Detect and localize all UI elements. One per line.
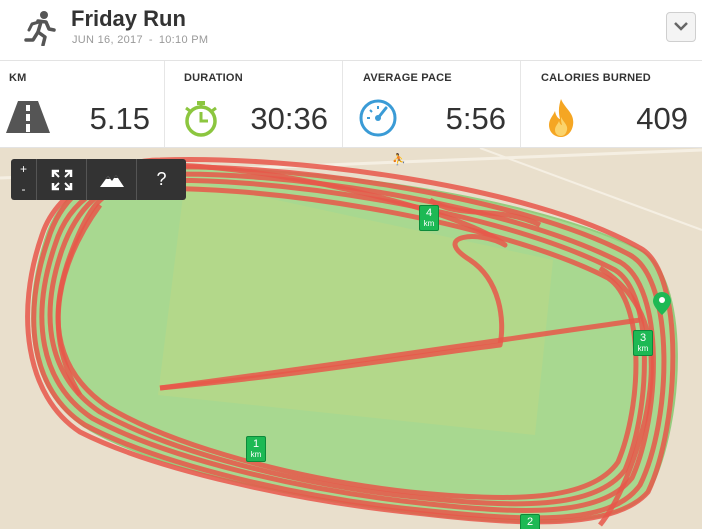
stat-label: DURATION [184,72,243,84]
stats-bar: KM 5.15 DURATION 30:36 AVERAGE PACE 5:56… [0,61,702,148]
activity-title: Friday Run [71,6,186,31]
route-map[interactable]: ⛹ 1 km 2 km 3 km 4 km + - [0,148,702,529]
stat-distance: KM 5.15 [0,61,165,147]
flame-icon [549,99,574,137]
km-marker-3[interactable]: 3 km [633,330,653,356]
help-icon: ? [156,169,167,189]
walker-icon: ⛹ [392,152,406,166]
km-marker-unit: km [637,344,649,353]
road-icon [6,101,50,133]
km-marker-number: 2 [526,516,534,528]
options-dropdown-button[interactable] [666,12,696,42]
stat-duration: DURATION 30:36 [165,61,343,147]
fullscreen-icon [51,169,72,190]
speedometer-icon [359,99,397,137]
stat-value: 5.15 [89,101,150,136]
activity-datetime: JUN 16, 2017-10:10 PM [72,34,208,46]
stopwatch-icon [185,101,217,137]
fullscreen-button[interactable] [37,159,87,200]
zoom-out-button[interactable]: - [11,179,36,199]
stat-value: 30:36 [250,101,328,136]
help-button[interactable]: ? [137,159,186,200]
km-marker-4[interactable]: 4 km [419,205,439,231]
km-marker-2[interactable]: 2 km [520,514,540,529]
stat-pace: AVERAGE PACE 5:56 [343,61,521,147]
terrain-button[interactable] [87,159,137,200]
km-marker-number: 1 [252,438,260,450]
km-marker-unit: km [250,450,262,459]
stat-label: KM [9,72,27,84]
zoom-controls: + - [11,159,37,200]
activity-date: JUN 16, 2017 [72,34,143,46]
runner-icon [24,11,56,46]
mountain-icon [99,174,124,187]
activity-time: 10:10 PM [158,34,209,46]
km-marker-unit: km [423,219,435,228]
map-controls: + - ? [11,159,186,200]
stat-label: AVERAGE PACE [363,72,452,84]
km-marker-1[interactable]: 1 km [246,436,266,462]
km-marker-number: 4 [425,207,433,219]
stat-label: CALORIES BURNED [541,72,651,84]
zoom-in-button[interactable]: + [11,159,36,179]
stat-calories: CALORIES BURNED 409 [521,61,702,147]
stat-value: 5:56 [445,101,506,136]
map-canvas: ⛹ [0,148,702,527]
stat-value: 409 [636,101,688,136]
activity-header: Friday Run JUN 16, 2017-10:10 PM [0,0,702,61]
datetime-separator: - [148,34,153,46]
chevron-down-icon [674,22,688,31]
km-marker-number: 3 [639,332,647,344]
